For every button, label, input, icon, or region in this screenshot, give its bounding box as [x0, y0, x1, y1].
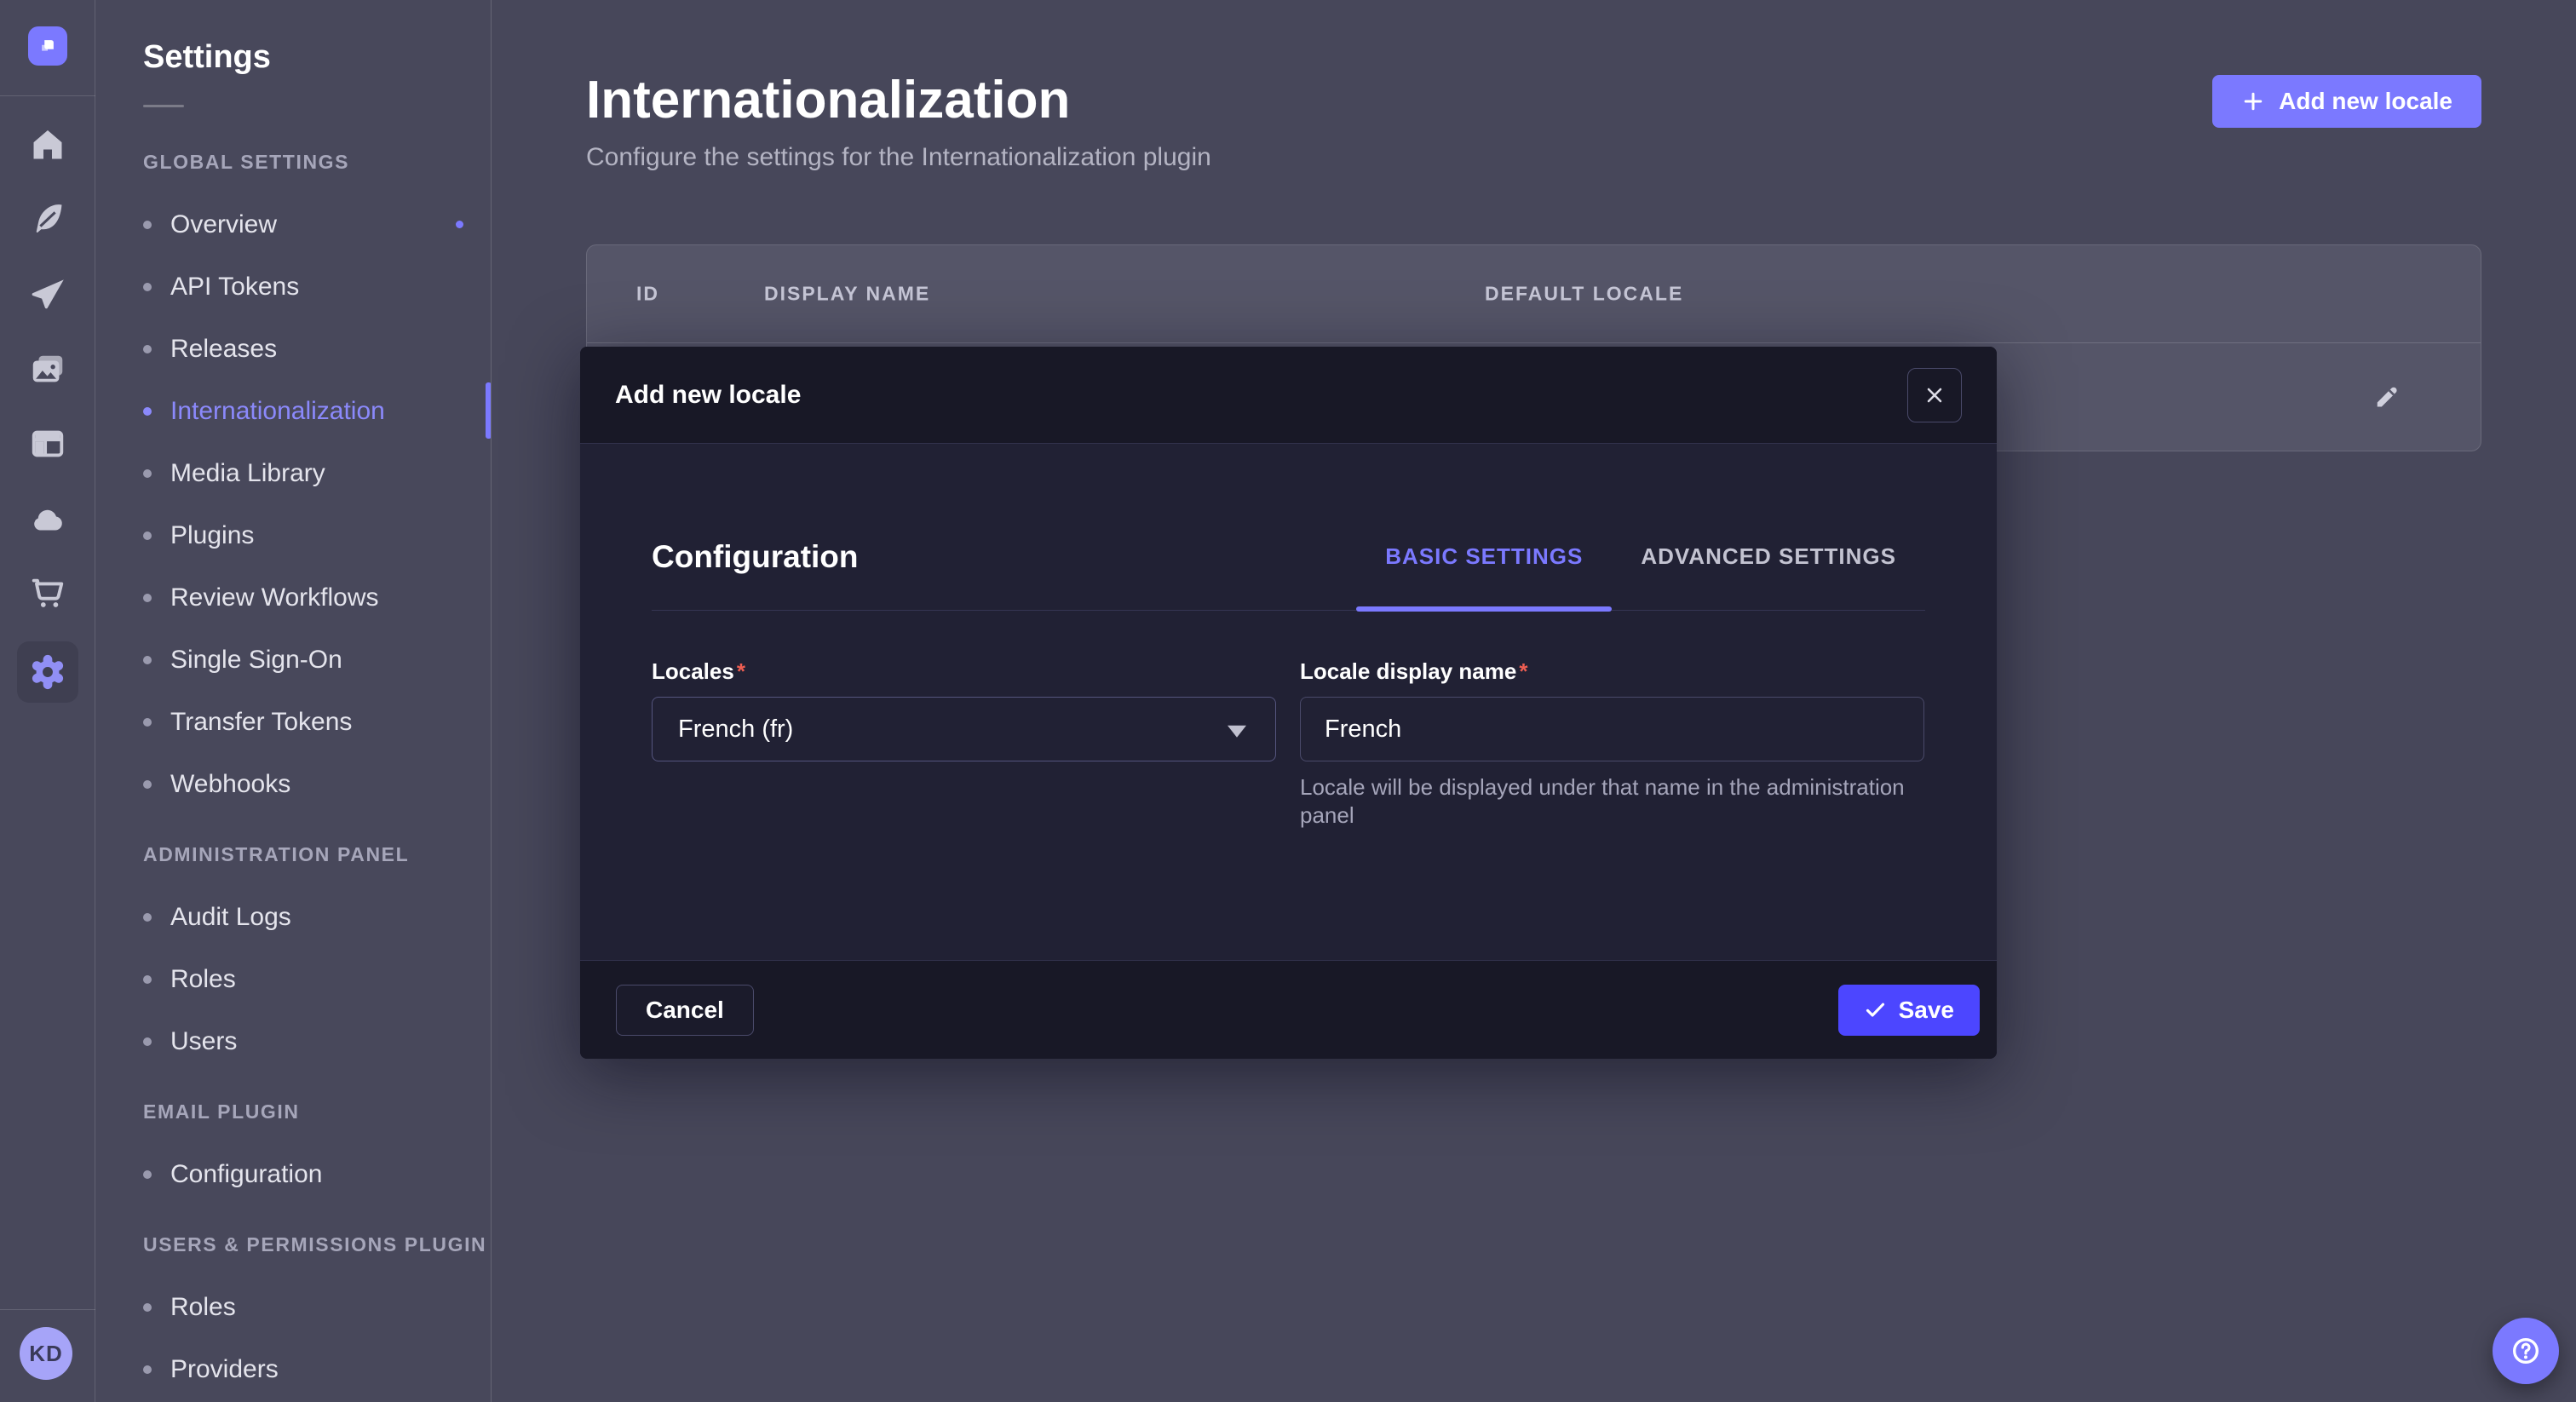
- sidebar-item-media-library[interactable]: Media Library: [143, 442, 491, 504]
- sidebar-item-overview[interactable]: Overview: [143, 193, 491, 256]
- bullet-icon: [143, 283, 152, 291]
- display-name-hint: Locale will be displayed under that name…: [1300, 773, 1913, 829]
- sidebar-item-webhooks[interactable]: Webhooks: [143, 753, 491, 815]
- paper-plane-icon[interactable]: [17, 265, 78, 326]
- bullet-icon: [143, 531, 152, 540]
- bullet-icon: [143, 1037, 152, 1046]
- configuration-heading: Configuration: [652, 539, 859, 575]
- bullet-icon: [143, 656, 152, 664]
- column-header-default-locale: DEFAULT LOCALE: [1485, 283, 1683, 306]
- bullet-icon: [143, 975, 152, 984]
- sidebar-item-releases[interactable]: Releases: [143, 318, 491, 380]
- rail-divider: [0, 95, 95, 96]
- tab-basic-settings[interactable]: BASIC SETTINGS: [1356, 503, 1612, 610]
- bullet-icon: [143, 780, 152, 789]
- save-button[interactable]: Save: [1838, 985, 1980, 1036]
- configuration-section-header: Configuration BASIC SETTINGS ADVANCED SE…: [652, 444, 1925, 611]
- column-header-id: ID: [636, 283, 659, 306]
- sidebar-item-audit-logs[interactable]: Audit Logs: [143, 886, 491, 948]
- sidebar-item-review-workflows[interactable]: Review Workflows: [143, 566, 491, 629]
- check-icon: [1864, 998, 1887, 1021]
- layout-icon[interactable]: [17, 413, 78, 474]
- page-title: Internationalization: [586, 70, 1070, 130]
- cancel-button[interactable]: Cancel: [616, 985, 754, 1036]
- cart-icon[interactable]: [17, 562, 78, 623]
- bullet-icon: [143, 1365, 152, 1374]
- add-locale-modal: Add new locale Configuration BASIC SETTI…: [580, 347, 1997, 1059]
- modal-body: Configuration BASIC SETTINGS ADVANCED SE…: [580, 444, 1997, 960]
- settings-tabs: BASIC SETTINGS ADVANCED SETTINGS: [1356, 503, 1925, 610]
- bullet-icon: [143, 221, 152, 229]
- bullet-icon: [143, 594, 152, 602]
- sidebar-item-users[interactable]: Users: [143, 1010, 491, 1072]
- column-header-display-name: DISPLAY NAME: [764, 283, 930, 306]
- gear-icon[interactable]: [17, 641, 78, 703]
- section-administration-panel: ADMINISTRATION PANEL: [143, 824, 491, 886]
- strapi-logo-icon: [35, 33, 60, 59]
- tab-advanced-settings[interactable]: ADVANCED SETTINGS: [1612, 503, 1925, 610]
- strapi-logo[interactable]: [28, 26, 67, 66]
- feather-icon[interactable]: [17, 188, 78, 250]
- sidebar-item-up-roles[interactable]: Roles: [143, 1276, 491, 1338]
- sidebar-title: Settings: [143, 39, 491, 76]
- cloud-icon[interactable]: [17, 489, 78, 550]
- bullet-icon: [143, 469, 152, 478]
- settings-nav: GLOBAL SETTINGS Overview API Tokens Rele…: [143, 131, 491, 1400]
- sidebar-item-internationalization[interactable]: Internationalization: [143, 380, 491, 442]
- section-email-plugin: EMAIL PLUGIN: [143, 1081, 491, 1143]
- locales-select-value: French (fr): [678, 715, 793, 744]
- sidebar-item-single-sign-on[interactable]: Single Sign-On: [143, 629, 491, 691]
- strapi-settings-app: KD Settings GLOBAL SETTINGS Overview API…: [0, 0, 2576, 1402]
- help-button[interactable]: [2493, 1318, 2559, 1384]
- bullet-icon: [143, 1303, 152, 1312]
- bullet-icon: [143, 913, 152, 922]
- media-icon[interactable]: [17, 339, 78, 400]
- add-new-locale-button[interactable]: Add new locale: [2212, 75, 2481, 128]
- sidebar-item-plugins[interactable]: Plugins: [143, 504, 491, 566]
- modal-header: Add new locale: [580, 347, 1997, 444]
- locales-select[interactable]: French (fr): [652, 697, 1276, 761]
- locales-field-group: Locales* French (fr): [652, 658, 1276, 851]
- locales-label: Locales*: [652, 658, 1276, 685]
- sidebar-item-providers[interactable]: Providers: [143, 1338, 491, 1400]
- pencil-icon: [2372, 382, 2402, 412]
- bullet-icon: [143, 718, 152, 727]
- section-users-permissions-plugin: USERS & PERMISSIONS PLUGIN: [143, 1214, 491, 1276]
- sidebar-item-transfer-tokens[interactable]: Transfer Tokens: [143, 691, 491, 753]
- close-icon: [1923, 383, 1946, 407]
- bullet-icon: [143, 1170, 152, 1179]
- modal-title: Add new locale: [615, 381, 801, 410]
- notification-dot: [456, 221, 463, 228]
- title-rule: [143, 105, 184, 107]
- sidebar-item-api-tokens[interactable]: API Tokens: [143, 256, 491, 318]
- locale-form: Locales* French (fr) Locale display name…: [652, 658, 1925, 851]
- edit-locale-button[interactable]: [2363, 373, 2411, 421]
- settings-sidebar: Settings GLOBAL SETTINGS Overview API To…: [95, 0, 492, 1402]
- plus-icon: [2241, 89, 2265, 113]
- sidebar-item-email-configuration[interactable]: Configuration: [143, 1143, 491, 1205]
- page-subtitle: Configure the settings for the Internati…: [586, 143, 1211, 172]
- section-global-settings: GLOBAL SETTINGS: [143, 131, 491, 193]
- required-asterisk: *: [1519, 658, 1527, 684]
- close-button[interactable]: [1907, 368, 1962, 422]
- icon-rail: KD: [0, 0, 95, 1402]
- question-icon: [2509, 1334, 2543, 1368]
- avatar-divider: [0, 1309, 95, 1310]
- chevron-down-icon: [1228, 726, 1246, 738]
- sidebar-item-admin-roles[interactable]: Roles: [143, 948, 491, 1010]
- home-icon[interactable]: [17, 114, 78, 175]
- display-name-input[interactable]: [1300, 697, 1924, 761]
- bullet-icon: [143, 345, 152, 353]
- display-name-label: Locale display name*: [1300, 658, 1924, 685]
- modal-footer: Cancel Save: [580, 960, 1997, 1059]
- table-header-row: ID DISPLAY NAME DEFAULT LOCALE: [587, 245, 2481, 343]
- display-name-field-group: Locale display name* Locale will be disp…: [1300, 658, 1924, 851]
- bullet-icon: [143, 407, 152, 416]
- user-avatar[interactable]: KD: [20, 1327, 72, 1380]
- required-asterisk: *: [737, 658, 745, 684]
